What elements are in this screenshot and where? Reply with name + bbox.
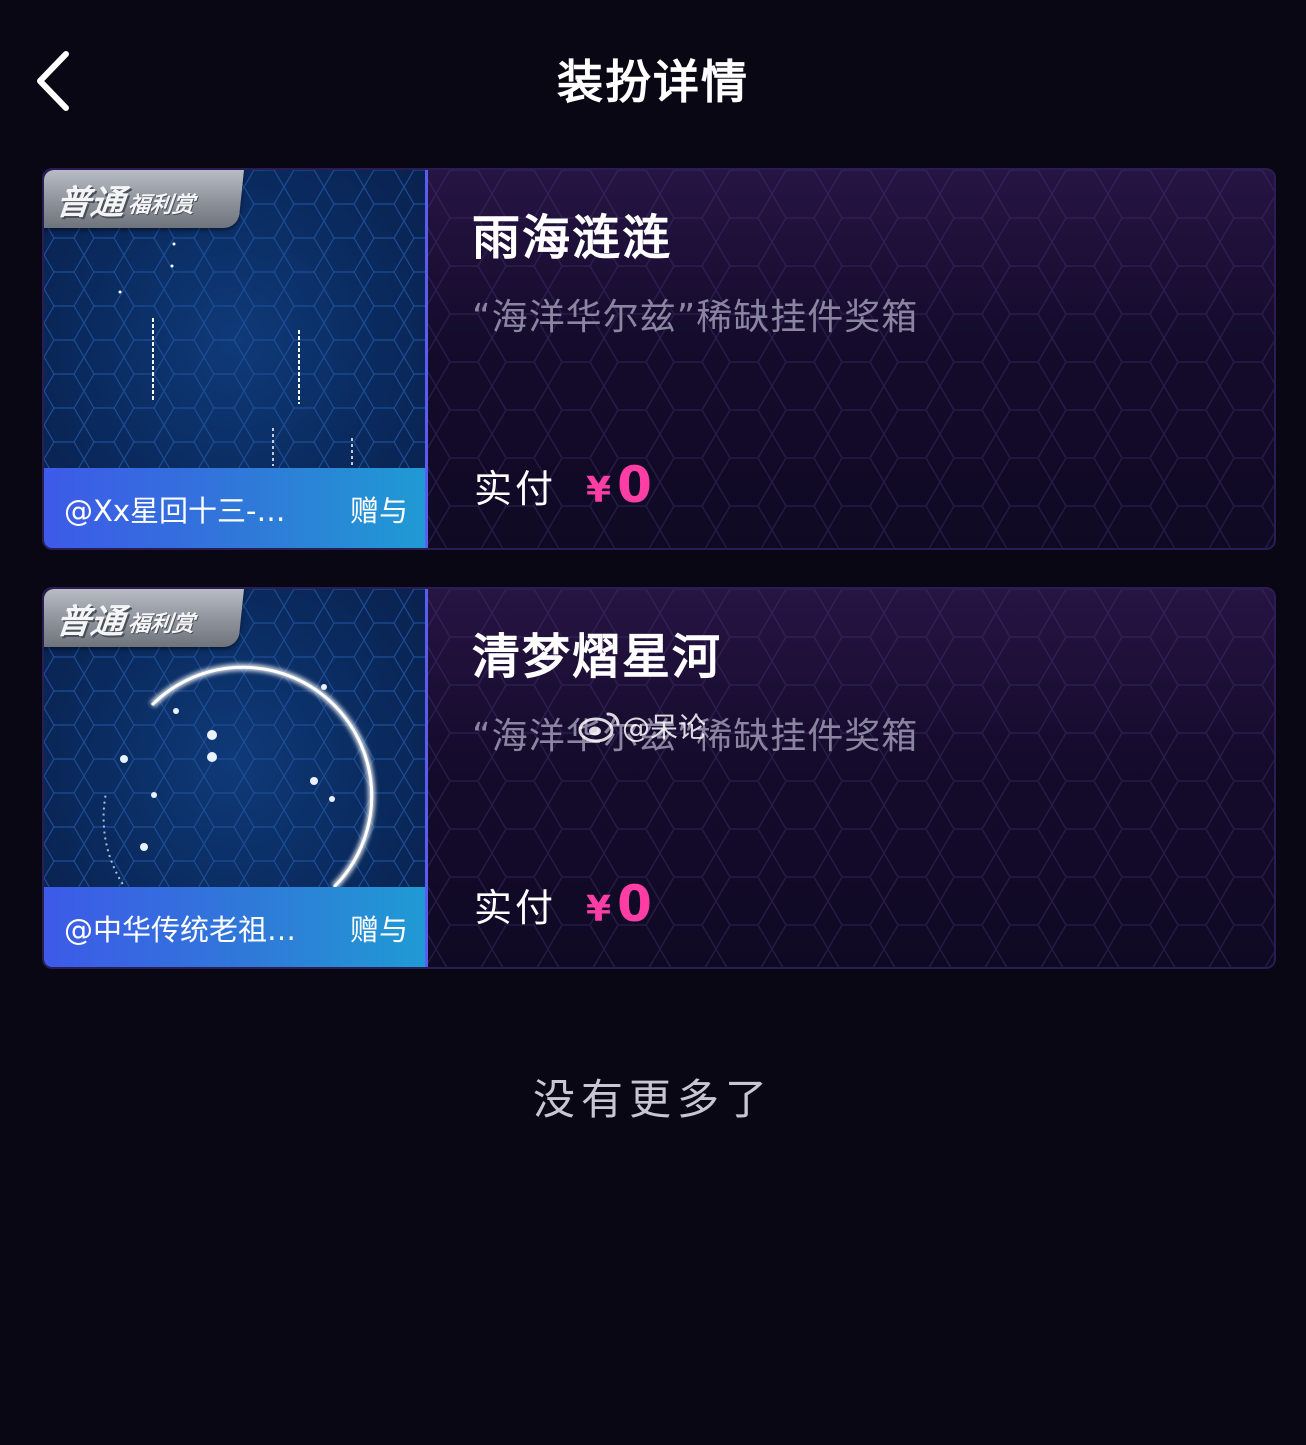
price-label: 实付 bbox=[474, 886, 557, 930]
watermark: @呆论 bbox=[578, 706, 706, 746]
gift-bar: @Xx星回十三-… 赠与 bbox=[44, 468, 425, 548]
item-thumbnail[interactable]: 普通 福利赏 @Xx星回十三-… 赠与 bbox=[44, 170, 428, 548]
gift-user[interactable]: @中华传统老祖… bbox=[64, 907, 314, 949]
badge-main-text: 普通 bbox=[54, 182, 127, 223]
item-thumbnail[interactable]: 普通 福利赏 @中华传统老祖… 赠与 bbox=[44, 589, 428, 967]
price-currency: ¥ bbox=[586, 470, 612, 511]
weibo-icon bbox=[578, 712, 620, 743]
item-name: 雨海涟涟 bbox=[472, 210, 673, 266]
price-row: 实付 ¥ 0 bbox=[474, 875, 652, 933]
badge-sub-text: 福利赏 bbox=[126, 193, 196, 218]
gift-bar: @中华传统老祖… 赠与 bbox=[44, 887, 425, 967]
price-value: 0 bbox=[617, 875, 652, 933]
rarity-badge: 普通 福利赏 bbox=[44, 589, 244, 647]
price-currency: ¥ bbox=[586, 889, 612, 930]
header: 装扮详情 bbox=[0, 0, 1306, 165]
price-label: 实付 bbox=[474, 467, 557, 511]
decoration-card[interactable]: 普通 福利赏 @Xx星回十三-… 赠与 雨海涟涟 “海洋华尔兹”稀缺挂件奖箱 实… bbox=[42, 168, 1276, 550]
price-value: 0 bbox=[617, 456, 652, 514]
no-more-text: 没有更多了 bbox=[532, 1075, 773, 1124]
item-info: 清梦熠星河 “海洋华尔兹”稀缺挂件奖箱 实付 ¥ 0 bbox=[472, 589, 1274, 967]
badge-sub-text: 福利赏 bbox=[126, 612, 196, 637]
gift-label: 赠与 bbox=[349, 913, 408, 947]
badge-main-text: 普通 bbox=[54, 601, 127, 642]
page-title: 装扮详情 bbox=[557, 55, 749, 109]
gift-user[interactable]: @Xx星回十三-… bbox=[64, 488, 314, 530]
gift-label: 赠与 bbox=[349, 494, 408, 528]
item-name: 清梦熠星河 bbox=[472, 629, 723, 685]
rarity-badge: 普通 福利赏 bbox=[44, 170, 244, 228]
item-source: “海洋华尔兹”稀缺挂件奖箱 bbox=[472, 297, 919, 338]
watermark-text: @呆论 bbox=[622, 711, 707, 744]
price-row: 实付 ¥ 0 bbox=[474, 456, 652, 514]
item-info: 雨海涟涟 “海洋华尔兹”稀缺挂件奖箱 实付 ¥ 0 bbox=[472, 170, 1274, 548]
decoration-card[interactable]: 普通 福利赏 @中华传统老祖… 赠与 清梦熠星河 “海洋华尔兹”稀缺挂件奖箱 实… bbox=[42, 587, 1276, 969]
